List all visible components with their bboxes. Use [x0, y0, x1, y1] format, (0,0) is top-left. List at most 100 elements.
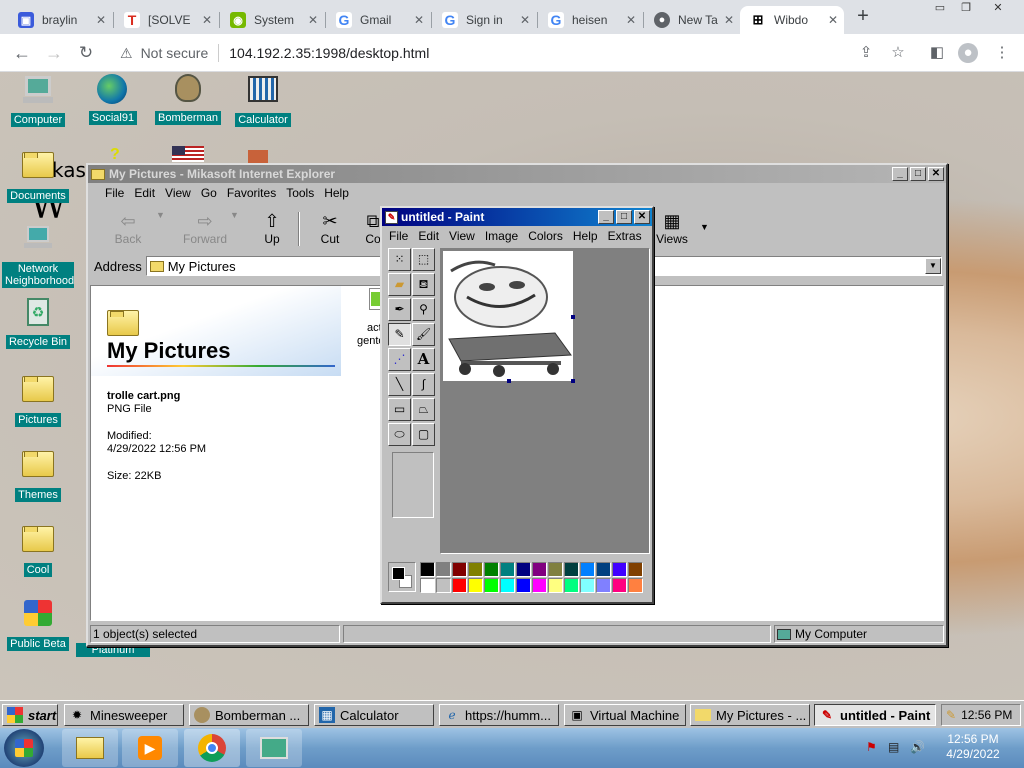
win7-start-orb[interactable] — [4, 729, 44, 767]
color-swatch[interactable] — [548, 562, 563, 577]
forward-arrow-icon[interactable]: → — [42, 41, 66, 65]
menu-edit[interactable]: Edit — [413, 229, 444, 243]
reload-icon[interactable]: ↻ — [74, 41, 98, 65]
menu-tools[interactable]: Tools — [281, 186, 319, 200]
task-virtual-machine[interactable]: ▣ Virtual Machine — [564, 704, 686, 726]
fill-icon[interactable]: ⛾ — [412, 273, 435, 296]
resize-handle[interactable] — [571, 315, 575, 319]
views-dropdown-icon[interactable]: ▼ — [700, 222, 709, 232]
ellipse-icon[interactable]: ⬭ — [388, 423, 411, 446]
menu-view[interactable]: View — [160, 186, 196, 200]
menu-help[interactable]: Help — [568, 229, 603, 243]
security-label[interactable]: Not secure — [141, 45, 209, 61]
primary-color-swatch[interactable] — [392, 567, 405, 580]
curve-icon[interactable]: ∫ — [412, 373, 435, 396]
menu-file[interactable]: File — [384, 229, 413, 243]
pinned-explorer[interactable] — [62, 729, 118, 767]
color-swatch[interactable] — [500, 562, 515, 577]
color-swatch[interactable] — [420, 578, 435, 593]
desktop-icon-computer[interactable]: Computer — [0, 74, 76, 127]
minimize-button[interactable]: _ — [598, 210, 614, 224]
kebab-menu-icon[interactable]: ⋮ — [992, 43, 1012, 63]
close-button[interactable]: ✕ — [928, 167, 944, 181]
restore-window-icon[interactable]: ❐ — [954, 0, 978, 18]
close-tab-icon[interactable]: ✕ — [828, 13, 838, 27]
color-swatch[interactable] — [612, 578, 627, 593]
start-button[interactable]: start — [2, 704, 58, 726]
color-swatch[interactable] — [468, 562, 483, 577]
menu-favorites[interactable]: Favorites — [222, 186, 281, 200]
color-swatch[interactable] — [596, 562, 611, 577]
line-icon[interactable]: ╲ — [388, 373, 411, 396]
browser-tab-8-active[interactable]: ⊞ Wibdo ✕ — [740, 6, 844, 34]
tool-options-panel[interactable] — [392, 452, 434, 518]
close-tab-icon[interactable]: ✕ — [308, 13, 318, 27]
paint-titlebar[interactable]: ✎ untitled - Paint _ □ ✕ — [382, 208, 652, 226]
color-swatch[interactable] — [500, 578, 515, 593]
color-swatch[interactable] — [516, 562, 531, 577]
close-tab-icon[interactable]: ✕ — [724, 13, 734, 27]
url-text[interactable]: 104.192.2.35:1998/desktop.html — [229, 45, 429, 61]
browser-tab-4[interactable]: G Gmail ✕ — [326, 6, 430, 34]
menu-go[interactable]: Go — [196, 186, 222, 200]
desktop-icon-themes[interactable]: Themes — [0, 447, 76, 502]
color-swatch[interactable] — [580, 578, 595, 593]
browser-tab-1[interactable]: ▣ braylin ✕ — [8, 6, 112, 34]
desktop-icon-network-neighborhood[interactable]: Network Neighborhood — [0, 222, 76, 288]
desktop-icon-recycle-bin[interactable]: ♻ Recycle Bin — [0, 298, 76, 349]
bookmark-star-icon[interactable]: ☆ — [888, 43, 908, 63]
tray-clock[interactable]: 12:56 PM — [961, 708, 1012, 722]
desktop-icon-cool[interactable]: Cool — [0, 522, 76, 577]
desktop-icon-public-beta[interactable]: Public Beta — [0, 598, 76, 651]
rounded-rect-icon[interactable]: ▢ — [412, 423, 435, 446]
color-swatch[interactable] — [436, 578, 451, 593]
browser-tab-7[interactable]: ● New Ta ✕ — [644, 6, 740, 34]
pinned-chrome[interactable] — [184, 729, 240, 767]
color-swatch[interactable] — [436, 562, 451, 577]
back-button[interactable]: ⇦ Back — [106, 210, 150, 246]
browser-tab-6[interactable]: G heisen ✕ — [538, 6, 642, 34]
pinned-remote-desktop[interactable] — [246, 729, 302, 767]
action-center-icon[interactable]: ⚑ — [866, 740, 877, 754]
maximize-button[interactable]: □ — [910, 167, 926, 181]
network-tray-icon[interactable]: ▤ — [888, 740, 899, 754]
resize-handle[interactable] — [571, 379, 575, 383]
warning-triangle-icon[interactable]: ⚠ — [120, 45, 133, 62]
address-bar[interactable]: ⚠ Not secure 104.192.2.35:1998/desktop.h… — [108, 38, 918, 68]
polygon-icon[interactable]: ⏢ — [412, 398, 435, 421]
browser-tab-3[interactable]: ◉ System ✕ — [220, 6, 324, 34]
color-swatch[interactable] — [468, 578, 483, 593]
color-swatch[interactable] — [596, 578, 611, 593]
browser-tab-5[interactable]: G Sign in ✕ — [432, 6, 536, 34]
pinned-media-player[interactable]: ▶ — [122, 729, 178, 767]
close-button[interactable]: ✕ — [634, 210, 650, 224]
rect-select-icon[interactable]: ⬚ — [412, 248, 435, 271]
cut-button[interactable]: ✂ Cut — [310, 210, 350, 246]
minimize-window-icon[interactable]: ▭ — [928, 0, 952, 18]
menu-file[interactable]: File — [100, 186, 129, 200]
new-tab-icon[interactable]: + — [853, 6, 873, 26]
color-swatch[interactable] — [484, 578, 499, 593]
close-window-icon[interactable]: ✕ — [986, 0, 1010, 18]
color-swatch[interactable] — [484, 562, 499, 577]
color-swatch[interactable] — [452, 578, 467, 593]
color-swatch[interactable] — [628, 578, 643, 593]
back-arrow-icon[interactable]: ← — [10, 41, 34, 65]
tray-icon[interactable]: ✎ — [946, 708, 956, 722]
close-tab-icon[interactable]: ✕ — [626, 13, 636, 27]
eraser-icon[interactable]: ▰ — [388, 273, 411, 296]
menu-view[interactable]: View — [444, 229, 480, 243]
desktop-icon-pictures[interactable]: Pictures — [0, 372, 76, 427]
color-picker-icon[interactable]: ✒ — [388, 298, 411, 321]
close-tab-icon[interactable]: ✕ — [520, 13, 530, 27]
desktop-icon-calculator[interactable]: Calculator — [225, 74, 301, 127]
forward-button[interactable]: ⇨ Forward — [174, 210, 236, 246]
address-dropdown-icon[interactable]: ▼ — [925, 258, 941, 274]
text-icon[interactable]: A — [412, 348, 435, 371]
brush-icon[interactable]: 🖌 — [412, 323, 435, 346]
desktop-icon-bomberman[interactable]: Bomberman — [150, 74, 226, 125]
color-swatch[interactable] — [420, 562, 435, 577]
resize-handle[interactable] — [507, 379, 511, 383]
task-my-pictures[interactable]: My Pictures - ... — [690, 704, 810, 726]
task-paint[interactable]: ✎ untitled - Paint — [814, 704, 936, 726]
